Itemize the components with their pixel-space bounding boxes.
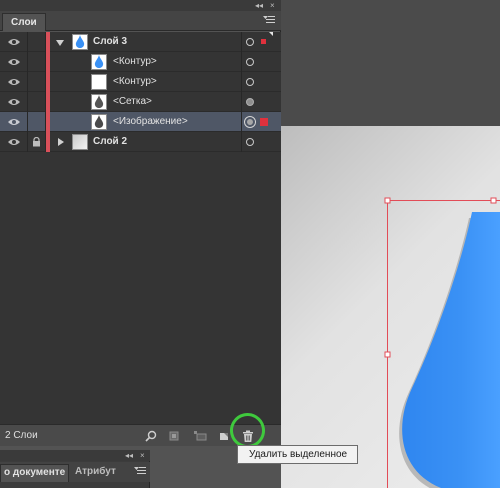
workspace-background — [281, 0, 500, 126]
close-icon[interactable]: × — [270, 0, 275, 11]
layer-color-bar — [46, 132, 50, 152]
layer-row-layer-2[interactable]: Слой 2 — [0, 132, 281, 152]
eye-icon — [7, 39, 20, 45]
layer-row-image[interactable]: <Изображение> — [0, 112, 281, 132]
visibility-toggle[interactable] — [0, 112, 28, 132]
panel-menu-icon[interactable] — [263, 15, 275, 25]
selection-indicator[interactable] — [260, 118, 268, 126]
layer-thumbnail — [91, 74, 107, 90]
water-drop-shape[interactable] — [402, 212, 500, 488]
lock-toggle[interactable] — [28, 132, 46, 152]
lock-toggle[interactable] — [28, 52, 46, 72]
collapse-icon[interactable]: ◂◂ — [255, 0, 263, 11]
layer-thumbnail — [91, 54, 107, 70]
visibility-toggle[interactable] — [0, 132, 28, 152]
layer-name[interactable]: <Контур> — [113, 52, 157, 72]
new-sublayer-icon — [194, 431, 207, 441]
layer-thumbnail — [91, 114, 107, 130]
collapse-icon[interactable]: ◂◂ — [125, 450, 133, 461]
lock-toggle[interactable] — [28, 32, 46, 52]
artboard-canvas[interactable] — [281, 126, 500, 488]
visibility-toggle[interactable] — [0, 32, 28, 52]
expand-arrow-icon[interactable] — [56, 40, 64, 46]
tab-bar: о документе Атрибут — [0, 462, 150, 482]
lock-toggle[interactable] — [28, 72, 46, 92]
tab-document-info[interactable]: о документе — [0, 464, 69, 482]
panel-title-bar[interactable]: ◂◂ × — [0, 0, 281, 11]
layer-row-path-2[interactable]: <Контур> — [0, 72, 281, 92]
eye-icon — [7, 139, 20, 145]
target-circle-icon[interactable] — [246, 138, 254, 146]
make-clipping-mask-icon — [169, 431, 179, 441]
lock-toggle[interactable] — [28, 112, 46, 132]
bbox-handle-top-middle[interactable] — [490, 197, 497, 204]
layer-color-bar — [46, 92, 50, 112]
layer-name[interactable]: <Сетка> — [113, 92, 152, 112]
target-circle-icon[interactable] — [246, 98, 254, 106]
lock-icon — [33, 137, 40, 147]
close-icon[interactable]: × — [140, 450, 145, 461]
tab-bar: Слои — [0, 11, 281, 31]
eye-icon — [7, 59, 20, 65]
panel-menu-icon[interactable] — [134, 466, 146, 476]
target-circle-icon[interactable] — [246, 38, 254, 46]
layer-thumbnail — [72, 34, 88, 50]
layer-thumbnail — [91, 94, 107, 110]
layer-row-path-1[interactable]: <Контур> — [0, 52, 281, 72]
layers-panel: ◂◂ × Слои Слой 3 <Контур> <Контур> <Сетк… — [0, 0, 281, 446]
corner-indicator-icon — [269, 32, 273, 36]
bbox-handle-top-left[interactable] — [384, 197, 391, 204]
layer-thumbnail — [72, 134, 88, 150]
panel-title-bar[interactable]: ◂◂ × — [0, 450, 150, 461]
visibility-toggle[interactable] — [0, 72, 28, 92]
make-clipping-mask-button[interactable] — [166, 428, 182, 444]
visibility-toggle[interactable] — [0, 92, 28, 112]
new-layer-icon — [220, 433, 228, 440]
layer-name[interactable]: Слой 2 — [93, 132, 127, 152]
new-sublayer-button[interactable] — [192, 428, 208, 444]
expand-arrow-icon[interactable] — [58, 138, 64, 146]
target-circle-icon[interactable] — [244, 116, 256, 128]
layer-name[interactable]: Слой 3 — [93, 32, 127, 52]
layer-row-mesh[interactable]: <Сетка> — [0, 92, 281, 112]
bbox-handle-middle-left[interactable] — [384, 351, 391, 358]
eye-icon — [7, 79, 20, 85]
tab-layers[interactable]: Слои — [2, 13, 46, 31]
tab-attributes[interactable]: Атрибут — [75, 464, 116, 482]
lock-toggle[interactable] — [28, 92, 46, 112]
layer-color-bar — [46, 112, 50, 132]
target-circle-icon[interactable] — [246, 78, 254, 86]
layer-color-bar — [46, 72, 50, 92]
search-icon — [145, 430, 157, 442]
layer-row-layer-3[interactable]: Слой 3 — [0, 32, 281, 52]
target-circle-icon[interactable] — [246, 58, 254, 66]
layer-name[interactable]: <Контур> — [113, 72, 157, 92]
selection-indicator[interactable] — [261, 39, 266, 44]
document-info-panel: ◂◂ × о документе Атрибут — [0, 450, 150, 488]
visibility-toggle[interactable] — [0, 52, 28, 72]
eye-icon — [7, 119, 20, 125]
layer-color-bar — [46, 32, 50, 52]
artwork — [384, 197, 500, 488]
layer-name[interactable]: <Изображение> — [113, 112, 188, 132]
locate-object-button[interactable] — [143, 428, 159, 444]
layer-count: 2 Слои — [5, 430, 38, 441]
layers-list: Слой 3 <Контур> <Контур> <Сетка> <Изобра… — [0, 32, 281, 424]
layer-color-bar — [46, 52, 50, 72]
tooltip: Удалить выделенное — [237, 445, 358, 464]
eye-icon — [7, 99, 20, 105]
